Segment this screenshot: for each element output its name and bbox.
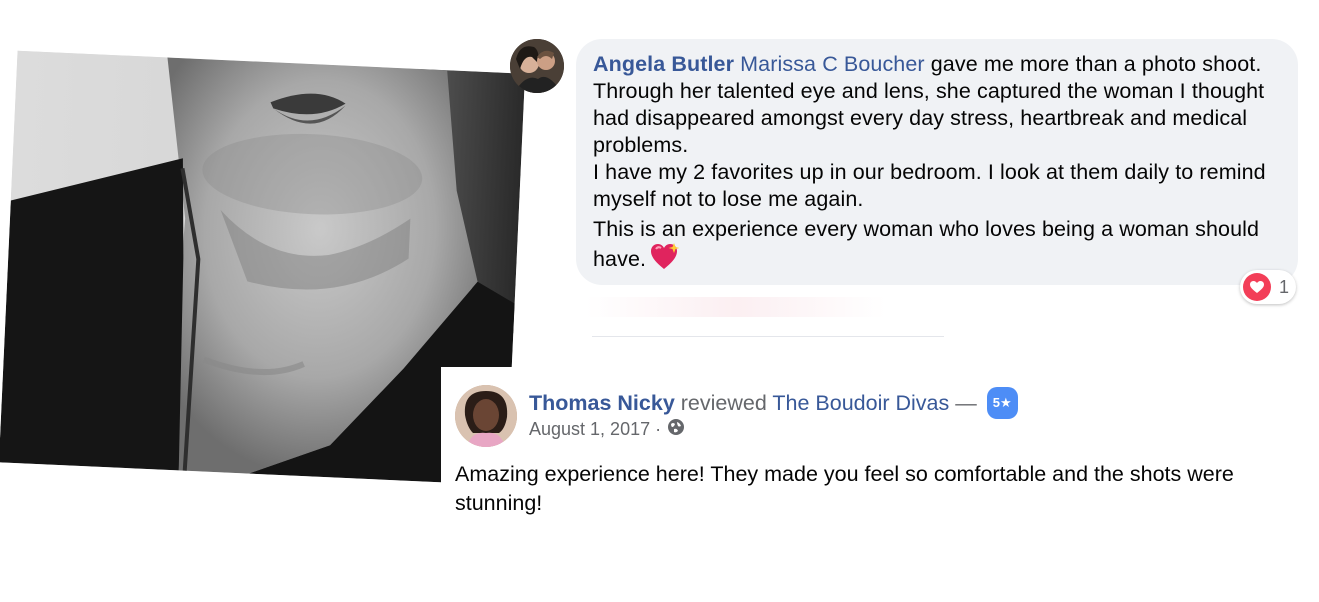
mention-link[interactable]: Marissa C Boucher [740,52,925,76]
reaction-count: 1 [1279,276,1290,297]
page-name-link[interactable]: The Boudoir Divas [772,391,949,415]
reviewer-avatar[interactable] [455,385,517,447]
review-header: Thomas Nicky reviewed The Boudoir Divas … [529,387,1018,419]
rating-badge: 5★ [986,387,1018,419]
commenter-avatar[interactable] [510,39,564,93]
faded-background-strip [586,297,886,317]
comment-paragraph-3: This is an experience every woman who lo… [593,217,1260,271]
comment-text: Angela Butler Marissa C Boucher gave me … [593,51,1280,278]
reviewer-name-link[interactable]: Thomas Nicky [529,391,675,415]
comment-paragraph-2: I have my 2 favorites up in our bedroom.… [593,160,1266,211]
comment-bubble: Angela Butler Marissa C Boucher gave me … [576,39,1298,285]
review-date-link[interactable]: August 1, 2017 · [529,419,661,440]
divider [592,336,944,337]
review-verb: reviewed [680,391,767,415]
review-text: Amazing experience here! They made you f… [455,462,1234,515]
separator-dash: — [955,391,977,415]
love-reaction-icon [1243,273,1271,301]
globe-icon [667,418,685,441]
reaction-summary[interactable]: 1 [1240,270,1296,304]
comment-author-link[interactable]: Angela Butler [593,52,734,76]
sparkling-heart-icon [650,243,680,278]
review-meta: August 1, 2017 · [529,418,685,441]
